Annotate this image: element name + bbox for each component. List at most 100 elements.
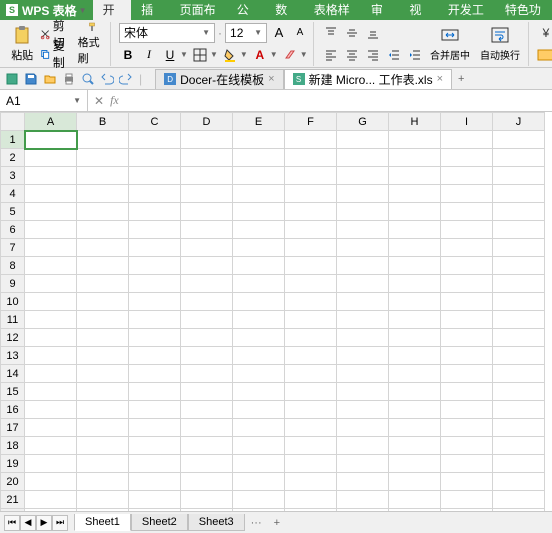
- menu-视图[interactable]: 视图: [399, 0, 438, 20]
- row-header[interactable]: 5: [1, 203, 25, 221]
- cell[interactable]: [181, 401, 233, 419]
- cell[interactable]: [77, 311, 129, 329]
- cell[interactable]: [441, 455, 493, 473]
- align-center-icon[interactable]: [343, 46, 361, 64]
- cell[interactable]: [337, 329, 389, 347]
- row-header[interactable]: 3: [1, 167, 25, 185]
- font-name-select[interactable]: 宋体▼: [119, 23, 215, 43]
- format-painter-button[interactable]: 格式刷: [78, 22, 106, 66]
- cell[interactable]: [285, 131, 337, 149]
- cell[interactable]: [129, 437, 181, 455]
- cell[interactable]: [77, 365, 129, 383]
- close-icon[interactable]: ×: [437, 73, 443, 85]
- cell[interactable]: [389, 437, 441, 455]
- sheet-nav-button[interactable]: ▶: [36, 515, 52, 531]
- cell[interactable]: [233, 329, 285, 347]
- cell[interactable]: [389, 509, 441, 512]
- cell[interactable]: [129, 419, 181, 437]
- cell[interactable]: [77, 329, 129, 347]
- cell[interactable]: [77, 167, 129, 185]
- menu-数据[interactable]: 数据: [265, 0, 304, 20]
- name-box[interactable]: A1▼: [0, 90, 88, 111]
- open-icon[interactable]: [42, 71, 58, 87]
- menu-特色功能[interactable]: 特色功能: [495, 0, 552, 20]
- cell[interactable]: [285, 383, 337, 401]
- cell[interactable]: [181, 473, 233, 491]
- cell[interactable]: [389, 239, 441, 257]
- cancel-icon[interactable]: ✕: [94, 94, 104, 108]
- cell[interactable]: [25, 347, 77, 365]
- row-header[interactable]: 18: [1, 437, 25, 455]
- home-icon[interactable]: [4, 71, 20, 87]
- cell[interactable]: [25, 275, 77, 293]
- cell[interactable]: [493, 275, 545, 293]
- cell[interactable]: [181, 203, 233, 221]
- row-header[interactable]: 2: [1, 149, 25, 167]
- cell[interactable]: [25, 221, 77, 239]
- cell[interactable]: [493, 185, 545, 203]
- cell[interactable]: [493, 329, 545, 347]
- doc-tab-add[interactable]: +: [452, 71, 470, 87]
- cell[interactable]: [337, 437, 389, 455]
- cell[interactable]: [129, 239, 181, 257]
- cell[interactable]: [77, 149, 129, 167]
- row-header[interactable]: 21: [1, 491, 25, 509]
- cell[interactable]: [233, 401, 285, 419]
- cell[interactable]: [389, 185, 441, 203]
- menu-页面布局[interactable]: 页面布局: [170, 0, 227, 20]
- cell[interactable]: [441, 473, 493, 491]
- cell[interactable]: [181, 383, 233, 401]
- cell[interactable]: [25, 509, 77, 512]
- sheet-more-button[interactable]: ···: [245, 515, 268, 531]
- cell[interactable]: [25, 383, 77, 401]
- menu-公式[interactable]: 公式: [227, 0, 266, 20]
- cell[interactable]: [337, 473, 389, 491]
- cell[interactable]: [25, 167, 77, 185]
- cell[interactable]: [389, 347, 441, 365]
- wrap-text-button[interactable]: 自动换行: [476, 22, 524, 66]
- row-header[interactable]: 19: [1, 455, 25, 473]
- row-header[interactable]: 12: [1, 329, 25, 347]
- fx-icon[interactable]: fx: [110, 93, 119, 108]
- cell[interactable]: [493, 401, 545, 419]
- cell[interactable]: [285, 455, 337, 473]
- redo-icon[interactable]: [118, 71, 134, 87]
- cell[interactable]: [25, 185, 77, 203]
- cell[interactable]: [129, 455, 181, 473]
- cell[interactable]: [493, 149, 545, 167]
- cell[interactable]: [337, 221, 389, 239]
- cell[interactable]: [233, 347, 285, 365]
- sheet-nav-button[interactable]: ⏭: [52, 515, 68, 531]
- cell[interactable]: [129, 293, 181, 311]
- col-header[interactable]: C: [129, 113, 181, 131]
- cell[interactable]: [389, 365, 441, 383]
- cell[interactable]: [233, 131, 285, 149]
- cell[interactable]: [285, 437, 337, 455]
- cell[interactable]: [25, 293, 77, 311]
- col-header[interactable]: F: [285, 113, 337, 131]
- col-header[interactable]: B: [77, 113, 129, 131]
- cell[interactable]: [389, 401, 441, 419]
- row-header[interactable]: 9: [1, 275, 25, 293]
- cell[interactable]: [441, 203, 493, 221]
- cell[interactable]: [389, 329, 441, 347]
- cell[interactable]: [233, 149, 285, 167]
- cell[interactable]: [233, 185, 285, 203]
- cell[interactable]: [181, 329, 233, 347]
- cell[interactable]: [233, 365, 285, 383]
- cell[interactable]: [233, 239, 285, 257]
- cell[interactable]: [181, 239, 233, 257]
- cell[interactable]: [77, 347, 129, 365]
- cell[interactable]: [77, 473, 129, 491]
- cell[interactable]: [25, 311, 77, 329]
- cell[interactable]: [389, 149, 441, 167]
- cell[interactable]: [129, 365, 181, 383]
- cell[interactable]: [441, 293, 493, 311]
- cell[interactable]: [25, 239, 77, 257]
- cell[interactable]: [337, 365, 389, 383]
- cell[interactable]: [441, 239, 493, 257]
- print-preview-icon[interactable]: [80, 71, 96, 87]
- print-icon[interactable]: [61, 71, 77, 87]
- cell[interactable]: [233, 509, 285, 512]
- cell[interactable]: [337, 149, 389, 167]
